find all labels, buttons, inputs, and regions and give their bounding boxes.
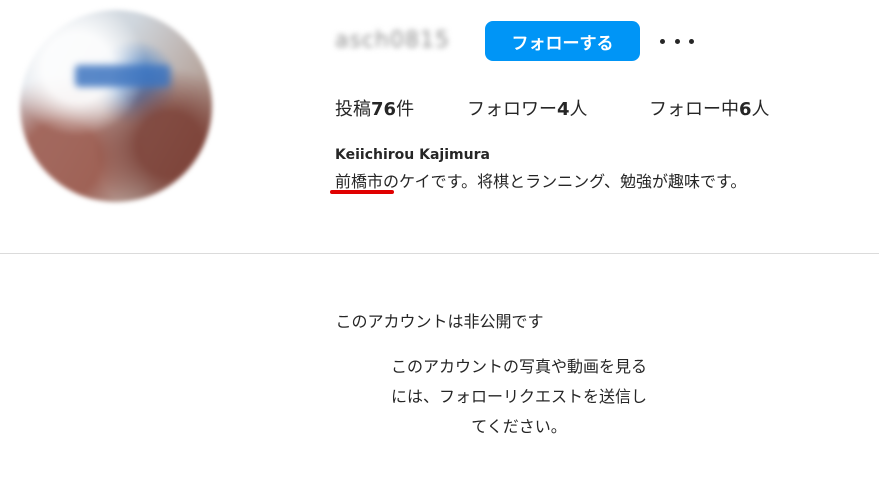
following-suffix: 人 bbox=[751, 99, 770, 120]
red-underline-annotation bbox=[330, 190, 394, 194]
followers-count: 4 bbox=[557, 99, 570, 120]
profile-full-name: Keiichirou Kajimura bbox=[335, 147, 490, 163]
profile-page: asch0815 フォローする 投稿76件 フォロワー4人 フォロー中6人 Ke… bbox=[0, 0, 879, 490]
private-message-line: てください。 bbox=[471, 417, 567, 436]
follow-button[interactable]: フォローする bbox=[485, 21, 640, 61]
private-message-line: このアカウントの写真や動画を見る bbox=[390, 357, 647, 376]
following-count-stat[interactable]: フォロー中6人 bbox=[649, 95, 770, 121]
followers-prefix: フォロワー bbox=[467, 99, 557, 120]
more-horizontal-icon[interactable] bbox=[660, 28, 694, 54]
dot bbox=[674, 38, 680, 44]
section-divider bbox=[0, 253, 879, 254]
dot bbox=[689, 38, 694, 44]
profile-avatar[interactable] bbox=[20, 10, 212, 202]
profile-bio: 前橋市のケイです。将棋とランニング、勉強が趣味です。 bbox=[335, 172, 747, 191]
private-account-title: このアカウントは非公開です bbox=[335, 312, 544, 331]
following-prefix: フォロー中 bbox=[649, 99, 739, 120]
following-count: 6 bbox=[739, 99, 752, 120]
posts-count-stat: 投稿76件 bbox=[335, 95, 414, 121]
posts-count: 76 bbox=[371, 99, 397, 120]
private-message-line: には、フォローリクエストを送信し bbox=[390, 387, 647, 406]
posts-suffix: 件 bbox=[396, 99, 415, 120]
posts-prefix: 投稿 bbox=[335, 99, 371, 120]
followers-count-stat[interactable]: フォロワー4人 bbox=[467, 95, 588, 121]
dot bbox=[660, 38, 665, 44]
followers-suffix: 人 bbox=[569, 99, 588, 120]
private-account-message: このアカウントの写真や動画を見る には、フォローリクエストを送信し てください。 bbox=[369, 352, 669, 442]
profile-username: asch0815 bbox=[335, 28, 450, 53]
